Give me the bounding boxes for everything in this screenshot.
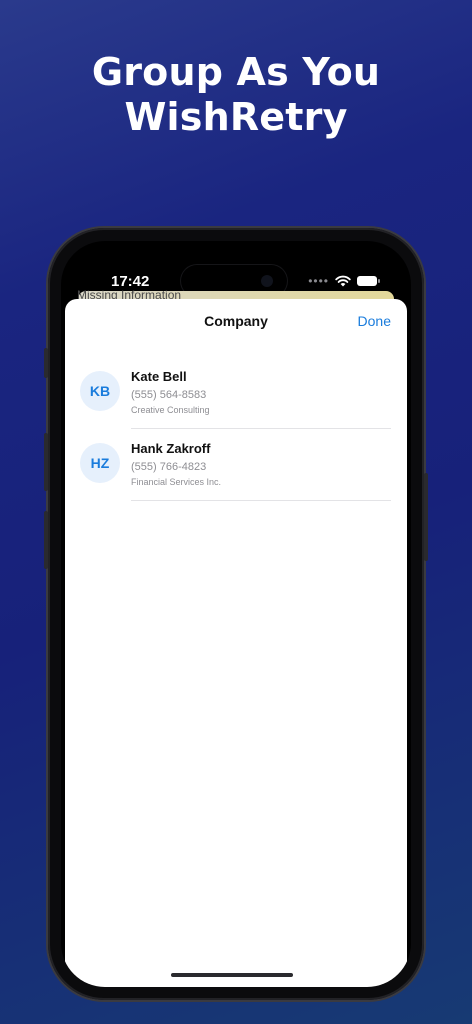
mute-switch xyxy=(44,348,48,378)
wifi-icon xyxy=(335,275,351,287)
volume-down-button xyxy=(44,511,48,569)
sheet-title: Company xyxy=(204,313,268,329)
battery-icon xyxy=(357,276,380,286)
done-button[interactable]: Done xyxy=(358,313,391,329)
list-item[interactable]: KB Kate Bell (555) 564-8583 Creative Con… xyxy=(65,357,407,429)
contact-company: Creative Consulting xyxy=(131,405,210,415)
cellular-dots-icon: •••• xyxy=(308,274,329,288)
marketing-headline: Group As You WishRetry xyxy=(0,50,472,140)
list-item[interactable]: HZ Hank Zakroff (555) 766-4823 Financial… xyxy=(65,429,407,501)
camera-icon xyxy=(261,275,273,287)
divider xyxy=(131,500,391,501)
contact-name: Hank Zakroff xyxy=(131,441,211,456)
contact-phone: (555) 766-4823 xyxy=(131,461,207,473)
avatar: KB xyxy=(80,371,120,411)
contact-company: Financial Services Inc. xyxy=(131,477,222,487)
contact-name: Kate Bell xyxy=(131,369,187,384)
headline-line-2: WishRetry xyxy=(124,95,348,139)
power-button xyxy=(424,473,428,561)
avatar: HZ xyxy=(80,443,120,483)
volume-up-button xyxy=(44,433,48,491)
home-indicator[interactable] xyxy=(171,973,293,977)
headline-line-1: Group As You xyxy=(91,50,381,94)
contact-phone: (555) 564-8583 xyxy=(131,389,207,401)
company-sheet: Company Done KB Kate Bell (555) 564-8583… xyxy=(65,299,407,987)
status-icons: •••• xyxy=(308,274,380,288)
phone-frame: 17:42 •••• Missing Information Company D… xyxy=(44,228,428,1000)
phone-screen: 17:42 •••• Missing Information Company D… xyxy=(61,241,411,987)
